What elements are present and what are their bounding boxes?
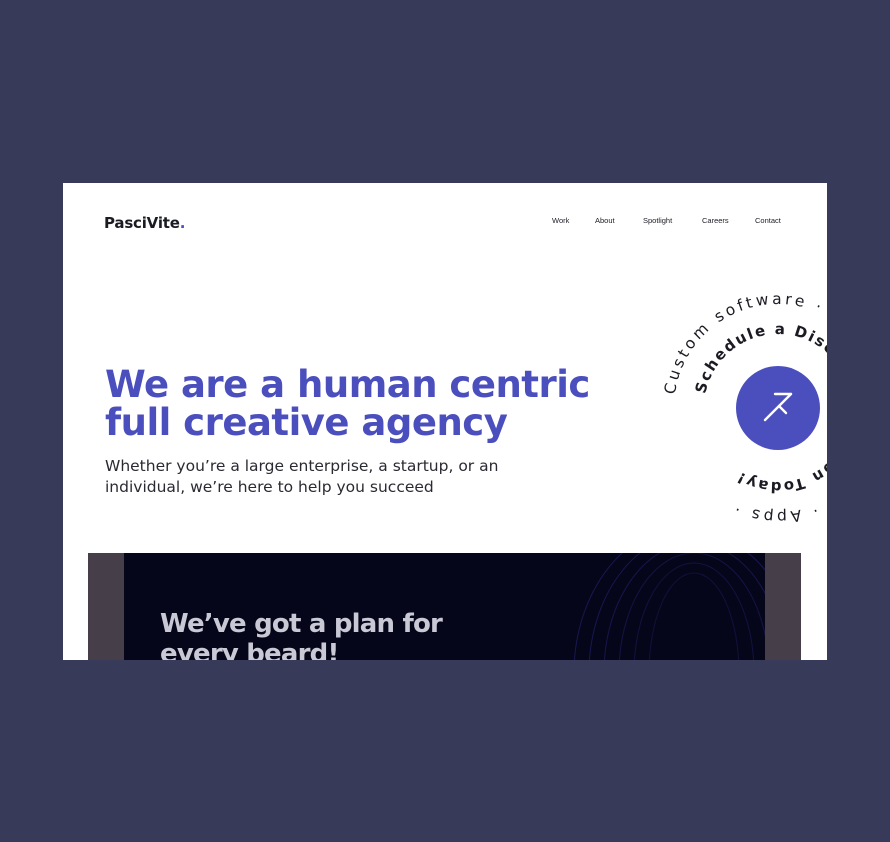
- nav-spotlight[interactable]: Spotlight: [643, 216, 672, 225]
- hero-title-line2: full creative agency: [105, 401, 508, 444]
- plans-section: We’ve got a plan for every beard!: [88, 553, 801, 660]
- nav-careers[interactable]: Careers: [702, 216, 729, 225]
- plans-title-line1: We’ve got a plan for: [160, 609, 443, 639]
- plans-title-line2: every beard!: [160, 639, 339, 660]
- brand-name: PasciVite: [104, 214, 180, 232]
- plans-title: We’ve got a plan for every beard!: [160, 609, 460, 660]
- hero-subtitle: Whether you’re a large enterprise, a sta…: [105, 456, 545, 498]
- brand-logo[interactable]: PasciVite.: [104, 214, 185, 232]
- nav-about[interactable]: About: [595, 216, 615, 225]
- hero-subtitle-line2: individual, we’re here to help you succe…: [105, 478, 434, 496]
- decorative-rings: [573, 553, 765, 660]
- hero-title: We are a human centric full creative age…: [105, 366, 665, 442]
- brand-dot: .: [179, 214, 186, 232]
- hero-subtitle-line1: Whether you’re a large enterprise, a sta…: [105, 457, 499, 475]
- nav-contact[interactable]: Contact: [755, 216, 781, 225]
- nav-work[interactable]: Work: [552, 216, 569, 225]
- discovery-badge[interactable]: Custom software · Marketing · Websites ·…: [658, 288, 827, 528]
- hero-title-line1: We are a human centric: [105, 363, 590, 406]
- page-frame: PasciVite. Work About Spotlight Careers …: [63, 183, 827, 660]
- plans-panel: We’ve got a plan for every beard!: [124, 553, 765, 660]
- discovery-badge-graphic: Custom software · Marketing · Websites ·…: [661, 290, 827, 526]
